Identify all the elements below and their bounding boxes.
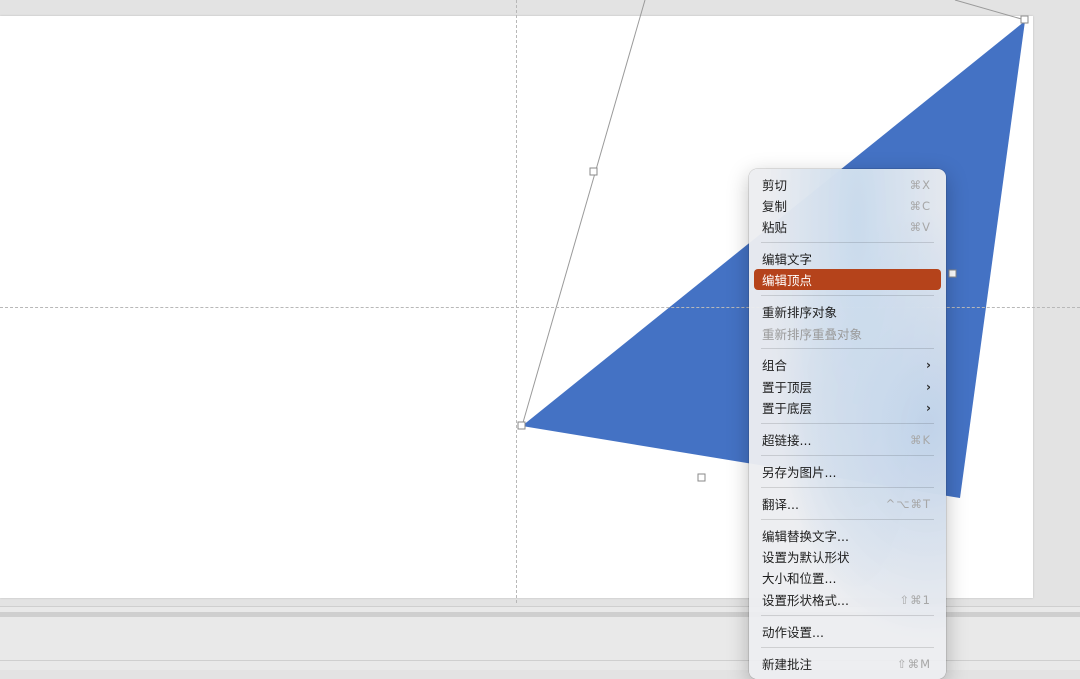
context-menu: 剪切 ⌘X 复制 ⌘C 粘贴 ⌘V 编辑文字 编辑顶点 重新排序对象 重新排序重叠对象… xyxy=(749,169,946,679)
menu-item-translate[interactable]: 翻译... ^⌥⌘T xyxy=(754,493,941,514)
menu-item-send-to-back[interactable]: 置于底层 › xyxy=(754,397,941,418)
menu-item-edit-points[interactable]: 编辑顶点 xyxy=(754,269,941,290)
menu-item-edit-alt-text[interactable]: 编辑替换文字... xyxy=(754,525,941,546)
menu-item-hyperlink[interactable]: 超链接... ⌘K xyxy=(754,429,941,450)
menu-separator xyxy=(761,455,934,456)
menu-item-label: 设置为默认形状 xyxy=(762,550,850,565)
chevron-right-icon: › xyxy=(926,357,931,372)
resize-handle[interactable] xyxy=(1020,15,1029,24)
menu-item-save-as-picture[interactable]: 另存为图片... xyxy=(754,461,941,482)
menu-item-new-comment[interactable]: 新建批注 ⇧⌘M xyxy=(754,653,941,674)
menu-item-label: 组合 xyxy=(762,358,788,373)
menu-separator xyxy=(761,423,934,424)
selection-edge xyxy=(954,0,1026,21)
menu-item-label: 另存为图片... xyxy=(762,465,837,480)
resize-handle[interactable] xyxy=(948,269,957,278)
menu-item-edit-text[interactable]: 编辑文字 xyxy=(754,248,941,269)
menu-item-label: 编辑文字 xyxy=(762,252,813,267)
menu-separator xyxy=(761,519,934,520)
chevron-right-icon: › xyxy=(926,379,931,394)
menu-item-label: 超链接... xyxy=(762,433,812,448)
menu-shortcut: ^⌥⌘T xyxy=(885,496,931,511)
menu-item-label: 重新排序对象 xyxy=(762,305,838,320)
menu-separator xyxy=(761,295,934,296)
menu-item-copy[interactable]: 复制 ⌘C xyxy=(754,195,941,216)
menu-item-label: 大小和位置... xyxy=(762,571,837,586)
menu-item-size-position[interactable]: 大小和位置... xyxy=(754,567,941,588)
chevron-right-icon: › xyxy=(926,400,931,415)
resize-handle[interactable] xyxy=(589,167,598,176)
menu-item-action-settings[interactable]: 动作设置... xyxy=(754,621,941,642)
menu-shortcut: ⇧⌘M xyxy=(896,656,931,671)
menu-item-label: 置于底层 xyxy=(762,401,813,416)
menu-separator xyxy=(761,348,934,349)
menu-item-label: 粘贴 xyxy=(762,220,788,235)
menu-item-label: 翻译... xyxy=(762,497,799,512)
menu-item-group[interactable]: 组合 › xyxy=(754,354,941,375)
menu-separator xyxy=(761,647,934,648)
menu-shortcut: ⌘X xyxy=(909,177,931,192)
menu-shortcut: ⌘K xyxy=(909,432,931,447)
resize-handle[interactable] xyxy=(517,421,526,430)
menu-shortcut: ⌘V xyxy=(909,219,931,234)
menu-shortcut: ⌘C xyxy=(909,198,931,213)
menu-item-label: 设置形状格式... xyxy=(762,593,849,608)
menu-item-paste[interactable]: 粘贴 ⌘V xyxy=(754,216,941,237)
menu-item-label: 重新排序重叠对象 xyxy=(762,327,863,342)
menu-item-label: 置于顶层 xyxy=(762,380,813,395)
menu-item-label: 复制 xyxy=(762,199,788,214)
resize-handle[interactable] xyxy=(697,473,706,482)
menu-item-bring-to-front[interactable]: 置于顶层 › xyxy=(754,376,941,397)
menu-item-reorder-overlapping: 重新排序重叠对象 xyxy=(754,323,941,344)
menu-item-cut[interactable]: 剪切 ⌘X xyxy=(754,174,941,195)
menu-separator xyxy=(761,242,934,243)
menu-shortcut: ⇧⌘1 xyxy=(899,592,931,607)
vertical-guide xyxy=(516,0,517,603)
menu-item-label: 动作设置... xyxy=(762,625,824,640)
menu-item-label: 编辑顶点 xyxy=(762,273,813,288)
menu-item-format-shape[interactable]: 设置形状格式... ⇧⌘1 xyxy=(754,589,941,610)
menu-item-label: 剪切 xyxy=(762,178,788,193)
menu-separator xyxy=(761,487,934,488)
menu-separator xyxy=(761,615,934,616)
menu-item-set-default-shape[interactable]: 设置为默认形状 xyxy=(754,546,941,567)
menu-item-label: 新建批注 xyxy=(762,657,813,672)
menu-item-label: 编辑替换文字... xyxy=(762,529,849,544)
menu-item-reorder-objects[interactable]: 重新排序对象 xyxy=(754,301,941,322)
